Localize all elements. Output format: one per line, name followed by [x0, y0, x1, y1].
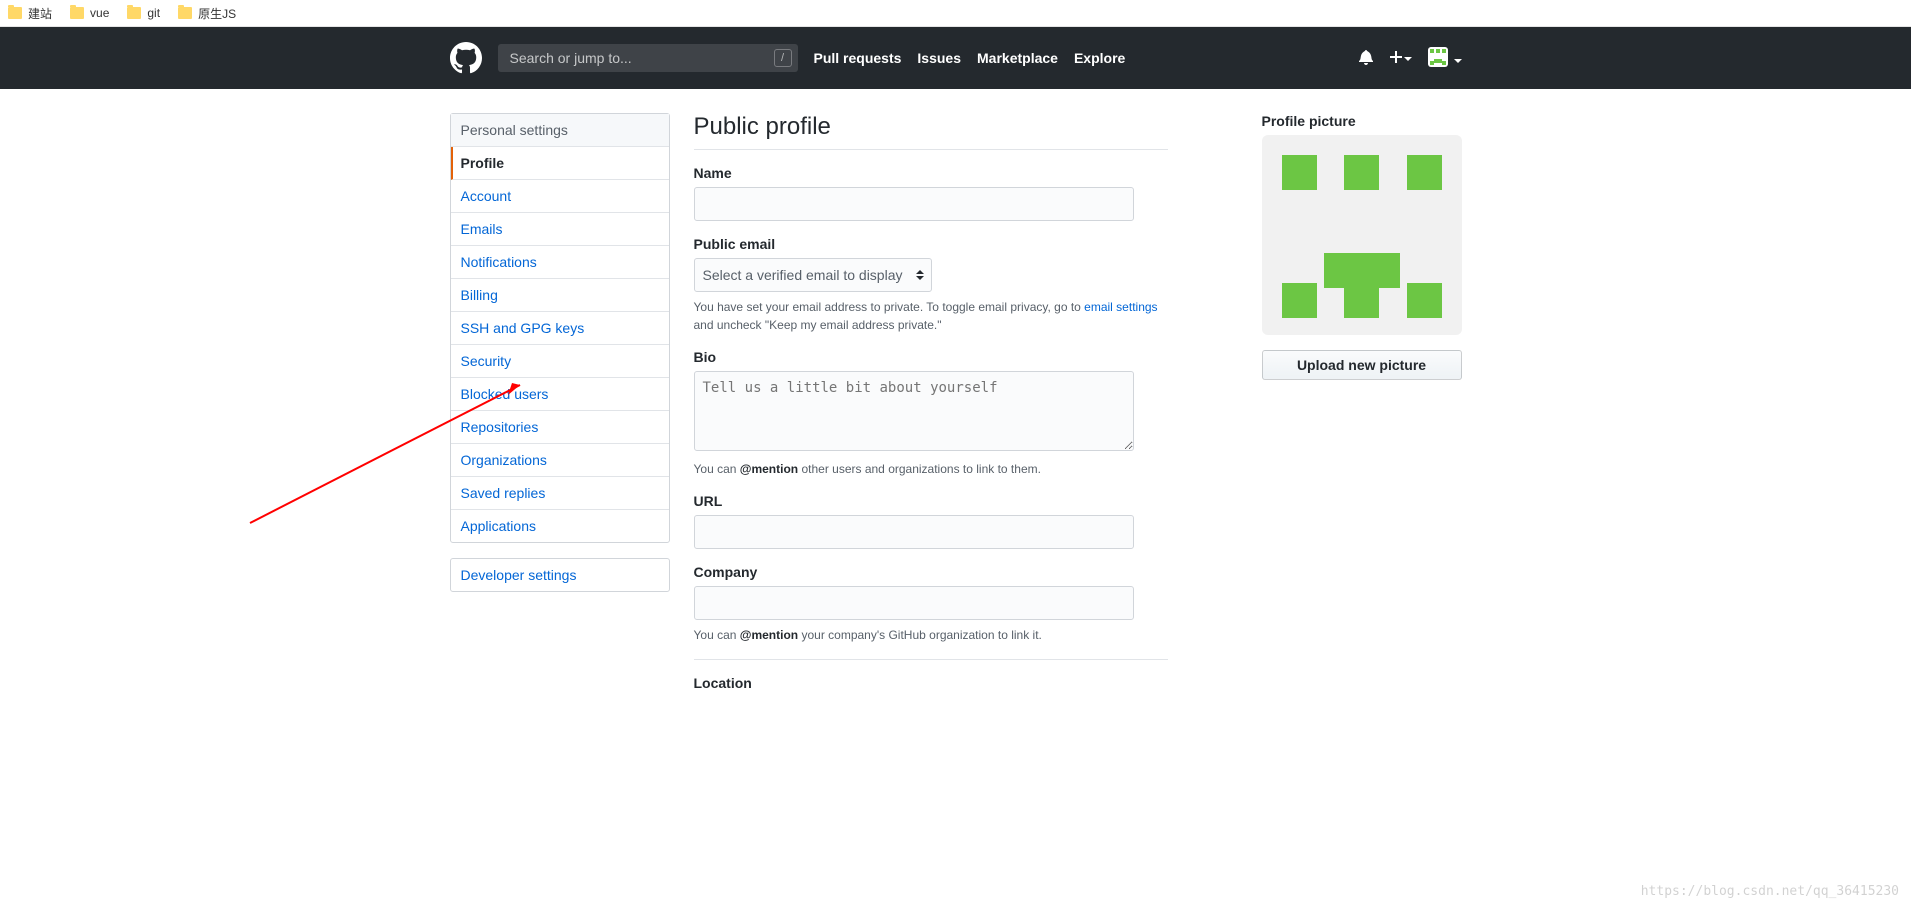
company-input[interactable] [694, 586, 1134, 620]
location-label: Location [694, 675, 1168, 691]
company-label: Company [694, 564, 1168, 580]
dropdown-caret-icon [1404, 57, 1412, 65]
bio-field-group: Bio You can @mention other users and org… [694, 349, 1168, 478]
settings-sidebar: Personal settings Profile Account Emails… [450, 113, 670, 706]
bell-icon [1358, 49, 1374, 65]
bookmark-item[interactable]: git [127, 6, 160, 20]
nav-issues[interactable]: Issues [917, 50, 961, 66]
developer-settings-menu: Developer settings [450, 558, 670, 592]
header-nav: Pull requests Issues Marketplace Explore [814, 50, 1126, 66]
profile-picture-section: Profile picture Upload new picture [1262, 113, 1462, 706]
search-slash-hint: / [774, 49, 792, 67]
sidebar-item-billing[interactable]: Billing [451, 279, 669, 312]
dropdown-caret-icon [1454, 59, 1462, 67]
page-title: Public profile [694, 113, 1168, 150]
bookmark-item[interactable]: 原生JS [178, 5, 236, 22]
bookmark-item[interactable]: vue [70, 6, 109, 20]
location-field-group: Location [694, 675, 1168, 691]
public-email-label: Public email [694, 236, 1168, 252]
bookmark-label: vue [90, 6, 109, 20]
url-field-group: URL [694, 493, 1168, 549]
upload-picture-button[interactable]: Upload new picture [1262, 350, 1462, 380]
profile-avatar[interactable] [1262, 135, 1462, 335]
name-label: Name [694, 165, 1168, 181]
email-note: You have set your email address to priva… [694, 298, 1168, 334]
bookmarks-bar: 建站 vue git 原生JS [0, 0, 1911, 27]
sidebar-item-ssh-gpg-keys[interactable]: SSH and GPG keys [451, 312, 669, 345]
content-area: Public profile Name Public email Select … [694, 113, 1462, 706]
url-input[interactable] [694, 515, 1134, 549]
folder-icon [8, 7, 22, 19]
sidebar-item-repositories[interactable]: Repositories [451, 411, 669, 444]
main-container: Personal settings Profile Account Emails… [450, 113, 1462, 706]
sidebar-item-notifications[interactable]: Notifications [451, 246, 669, 279]
github-logo-icon[interactable] [450, 42, 482, 74]
name-field-group: Name [694, 165, 1168, 221]
profile-form: Public profile Name Public email Select … [694, 113, 1168, 706]
notifications-button[interactable] [1358, 49, 1374, 68]
profile-picture-label: Profile picture [1262, 113, 1462, 129]
sidebar-item-applications[interactable]: Applications [451, 510, 669, 542]
sidebar-item-organizations[interactable]: Organizations [451, 444, 669, 477]
email-settings-link[interactable]: email settings [1084, 300, 1157, 314]
public-email-select[interactable]: Select a verified email to display [694, 258, 932, 292]
search-container: / [498, 44, 798, 72]
company-note: You can @mention your company's GitHub o… [694, 626, 1168, 644]
sidebar-item-emails[interactable]: Emails [451, 213, 669, 246]
nav-marketplace[interactable]: Marketplace [977, 50, 1058, 66]
nav-pull-requests[interactable]: Pull requests [814, 50, 902, 66]
bookmark-label: git [147, 6, 160, 20]
search-input[interactable] [498, 44, 798, 72]
nav-explore[interactable]: Explore [1074, 50, 1125, 66]
menu-heading: Personal settings [451, 114, 669, 147]
folder-icon [70, 7, 84, 19]
folder-icon [127, 7, 141, 19]
bio-label: Bio [694, 349, 1168, 365]
company-field-group: Company You can @mention your company's … [694, 564, 1168, 644]
user-menu-dropdown[interactable] [1428, 47, 1462, 70]
bookmark-item[interactable]: 建站 [8, 5, 52, 22]
sidebar-item-developer-settings[interactable]: Developer settings [451, 559, 669, 591]
sidebar-item-blocked-users[interactable]: Blocked users [451, 378, 669, 411]
header-right [1358, 47, 1462, 70]
sidebar-item-profile[interactable]: Profile [451, 147, 669, 180]
url-label: URL [694, 493, 1168, 509]
avatar-icon [1428, 47, 1448, 67]
sidebar-item-saved-replies[interactable]: Saved replies [451, 477, 669, 510]
plus-icon [1390, 49, 1402, 65]
folder-icon [178, 7, 192, 19]
bookmark-label: 建站 [28, 5, 52, 22]
personal-settings-menu: Personal settings Profile Account Emails… [450, 113, 670, 543]
bio-note: You can @mention other users and organiz… [694, 460, 1168, 478]
email-field-group: Public email Select a verified email to … [694, 236, 1168, 334]
name-input[interactable] [694, 187, 1134, 221]
bookmark-label: 原生JS [198, 5, 236, 22]
divider [694, 659, 1168, 660]
watermark: https://blog.csdn.net/qq_36415230 [1641, 884, 1899, 899]
sidebar-item-account[interactable]: Account [451, 180, 669, 213]
github-header: / Pull requests Issues Marketplace Explo… [0, 27, 1911, 89]
sidebar-item-security[interactable]: Security [451, 345, 669, 378]
bio-textarea[interactable] [694, 371, 1134, 451]
create-new-dropdown[interactable] [1390, 49, 1412, 68]
